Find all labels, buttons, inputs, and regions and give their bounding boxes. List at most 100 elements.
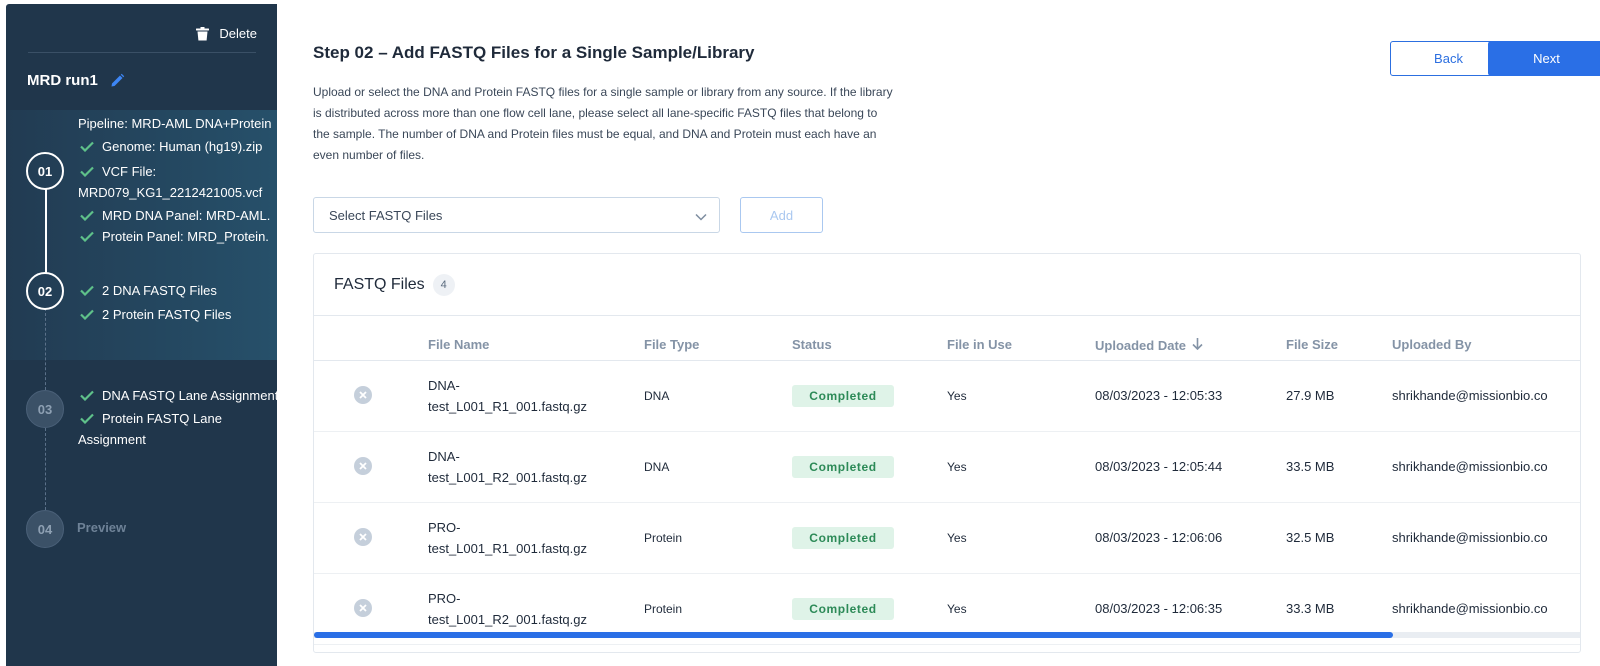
delete-button[interactable]: Delete: [196, 26, 257, 41]
file-name: DNA- test_L001_R1_001.fastq.gz: [428, 375, 618, 417]
file-name-line: test_L001_R2_001.fastq.gz: [428, 612, 588, 627]
check-icon: [80, 226, 96, 247]
uploaded-date-label: Uploaded Date: [1095, 337, 1187, 353]
file-type: Protein: [644, 602, 683, 616]
run-title: MRD run1: [27, 72, 125, 89]
file-size: 33.5 MB: [1286, 459, 1335, 474]
select-placeholder: Select FASTQ Files: [329, 207, 443, 223]
step-02-number: 02: [37, 283, 53, 299]
uploaded-date: 08/03/2023 - 12:06:35: [1095, 601, 1223, 616]
step-connector-1: [45, 188, 47, 274]
table-row: DNA- test_L001_R1_001.fastq.gz DNA Compl…: [314, 361, 1580, 432]
horizontal-scrollbar[interactable]: [314, 632, 1580, 638]
step-01-vcf-label: VCF File:: [102, 164, 157, 179]
step-03-protein-lane: Protein FASTQ Lane: [102, 411, 222, 426]
check-icon: [80, 408, 96, 429]
scrollbar-thumb[interactable]: [314, 632, 1393, 638]
uploaded-by: shrikhande@missionbio.co: [1392, 388, 1548, 403]
file-size: 27.9 MB: [1286, 388, 1335, 403]
file-size: 32.5 MB: [1286, 530, 1335, 545]
remove-circle-icon[interactable]: [354, 599, 372, 622]
uploaded-date: 08/03/2023 - 12:05:33: [1095, 388, 1223, 403]
panel-title: FASTQ Files: [334, 275, 425, 293]
uploaded-by: shrikhande@missionbio.co: [1392, 601, 1548, 616]
check-icon: [80, 136, 96, 157]
remove-circle-icon[interactable]: [354, 457, 372, 480]
delete-label: Delete: [219, 26, 257, 41]
step-03-dna-lane: DNA FASTQ Lane Assignment: [102, 388, 277, 403]
file-type: DNA: [644, 460, 670, 474]
fastq-files-panel: FASTQ Files 4 File Name File Type Status…: [313, 253, 1581, 653]
description-line: is distributed across more than one flow…: [313, 106, 878, 120]
step-04-preview-label: Preview: [77, 520, 127, 535]
column-header-uploaded-by[interactable]: Uploaded By: [1392, 337, 1471, 352]
check-icon: [80, 280, 96, 301]
column-header-file-in-use[interactable]: File in Use: [947, 337, 1012, 352]
step-01-vcf-file: MRD079_KG1_2212421005.vcf: [78, 185, 263, 200]
check-icon: [80, 205, 96, 226]
step-description: Upload or select the DNA and Protein FAS…: [313, 82, 933, 166]
step-01-circle[interactable]: 01: [26, 152, 64, 190]
step-01-pipeline: Pipeline: MRD-AML DNA+Protein: [78, 116, 272, 131]
file-name-line: test_L001_R1_001.fastq.gz: [428, 399, 588, 414]
chevron-down-icon: [695, 209, 707, 224]
step-03-protein-lane-cont: Assignment: [78, 432, 146, 447]
file-name: PRO- test_L001_R2_001.fastq.gz: [428, 588, 618, 630]
file-name-line: PRO-: [428, 520, 461, 535]
step-04-circle[interactable]: 04: [26, 510, 64, 548]
table-row: PRO- test_L001_R1_001.fastq.gz Protein C…: [314, 503, 1580, 574]
file-name-line: test_L001_R2_001.fastq.gz: [428, 470, 588, 485]
description-line: Upload or select the DNA and Protein FAS…: [313, 85, 893, 99]
page-title: Step 02 – Add FASTQ Files for a Single S…: [313, 43, 755, 62]
file-size: 33.3 MB: [1286, 601, 1335, 616]
uploaded-date: 08/03/2023 - 12:05:44: [1095, 459, 1223, 474]
file-name: PRO- test_L001_R1_001.fastq.gz: [428, 517, 618, 559]
sidebar: Delete MRD run1 01 Pipeline: MRD-AML DNA…: [6, 4, 277, 666]
step-04-number: 04: [37, 521, 53, 537]
step-03-circle[interactable]: 03: [26, 390, 64, 428]
sidebar-divider: [28, 52, 256, 53]
status-badge: Completed: [792, 385, 894, 407]
check-icon: [80, 304, 96, 325]
step-02-protein-files: 2 Protein FASTQ Files: [102, 307, 232, 322]
remove-circle-icon[interactable]: [354, 528, 372, 551]
step-01-protein-panel: Protein Panel: MRD_Protein.: [102, 229, 269, 244]
status-badge: Completed: [792, 527, 894, 549]
fastq-file-select[interactable]: Select FASTQ Files: [313, 197, 720, 233]
app-frame: Delete MRD run1 01 Pipeline: MRD-AML DNA…: [0, 0, 1600, 666]
trash-icon: [196, 26, 210, 41]
uploaded-by: shrikhande@missionbio.co: [1392, 530, 1548, 545]
file-type: Protein: [644, 531, 683, 545]
pencil-icon[interactable]: [110, 73, 125, 88]
panel-header: FASTQ Files 4: [314, 254, 1580, 316]
file-name-line: DNA-: [428, 449, 460, 464]
step-03-number: 03: [37, 401, 53, 417]
file-name: DNA- test_L001_R2_001.fastq.gz: [428, 446, 618, 488]
file-in-use: Yes: [947, 389, 967, 403]
table-row: DNA- test_L001_R2_001.fastq.gz DNA Compl…: [314, 432, 1580, 503]
file-in-use: Yes: [947, 531, 967, 545]
uploaded-date: 08/03/2023 - 12:06:06: [1095, 530, 1223, 545]
step-01-number: 01: [37, 163, 53, 179]
column-header-file-name[interactable]: File Name: [428, 337, 489, 352]
remove-circle-icon[interactable]: [354, 386, 372, 409]
column-header-status[interactable]: Status: [792, 337, 832, 352]
file-in-use: Yes: [947, 602, 967, 616]
status-badge: Completed: [792, 598, 894, 620]
next-button[interactable]: Next: [1488, 41, 1600, 76]
arrow-down-icon: [1192, 337, 1203, 353]
add-button[interactable]: Add: [740, 197, 823, 233]
step-01-genome: Genome: Human (hg19).zip: [102, 139, 263, 154]
step-02-circle[interactable]: 02: [26, 272, 64, 310]
file-name-line: PRO-: [428, 591, 461, 606]
step-02-dna-files: 2 DNA FASTQ Files: [102, 283, 217, 298]
column-header-file-type[interactable]: File Type: [644, 337, 699, 352]
file-name-line: test_L001_R1_001.fastq.gz: [428, 541, 588, 556]
step-connector-2: [45, 308, 46, 390]
file-in-use: Yes: [947, 460, 967, 474]
file-count-badge: 4: [432, 273, 455, 296]
column-header-uploaded-date[interactable]: Uploaded Date: [1095, 337, 1203, 353]
run-title-text: MRD run1: [27, 72, 98, 89]
step-01-dna-panel: MRD DNA Panel: MRD-AML.: [102, 208, 271, 223]
column-header-file-size[interactable]: File Size: [1286, 337, 1338, 352]
